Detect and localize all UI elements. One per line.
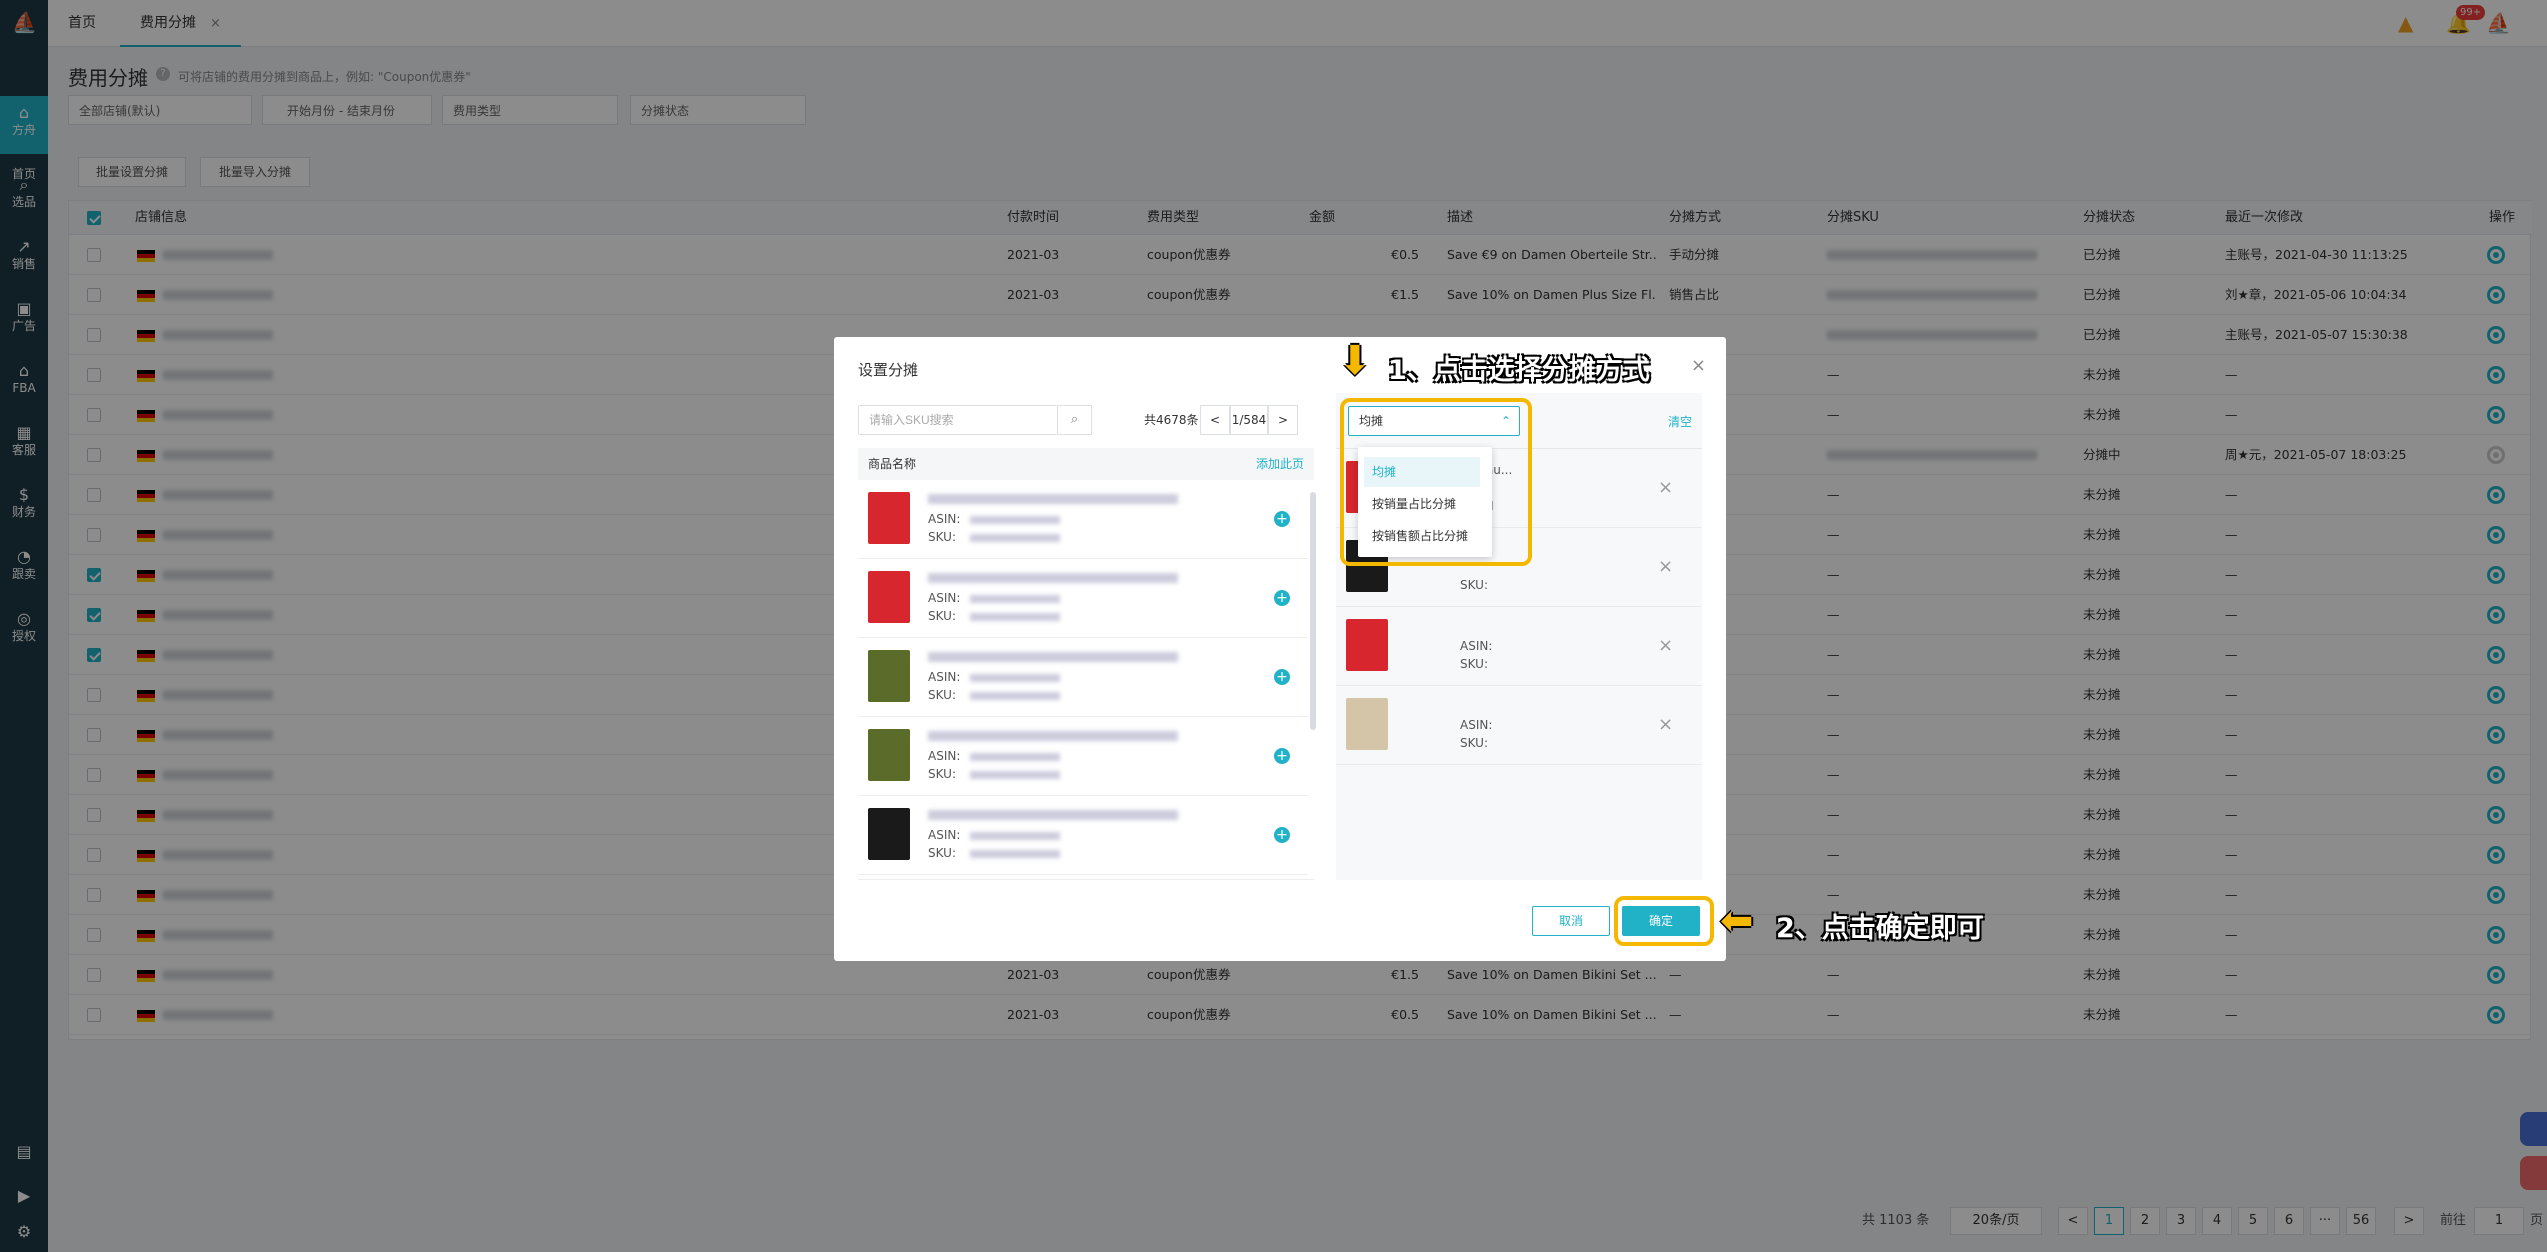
highlight-confirm <box>1614 896 1714 946</box>
product-thumbnail <box>868 729 910 781</box>
remove-icon[interactable]: × <box>1658 556 1673 577</box>
modal-title: 设置分摊 <box>858 361 919 379</box>
down-arrow-icon: ⬇ <box>1338 338 1372 384</box>
col-product-name: 商品名称 <box>868 457 917 471</box>
add-circle-icon[interactable]: + <box>1274 590 1290 606</box>
asin-label: ASIN: <box>928 749 961 763</box>
modal-next-button[interactable]: > <box>1268 405 1298 435</box>
asin-blurred <box>970 674 1060 682</box>
sku-blurred <box>970 692 1060 700</box>
selected-item: ASIN: SKU: × <box>1336 607 1702 686</box>
step2-callout: 2、点击确定即可 <box>1776 913 1984 944</box>
asin-label: ASIN: <box>928 670 961 684</box>
sku-search-input[interactable] <box>858 405 1058 435</box>
remove-icon[interactable]: × <box>1658 714 1673 735</box>
asin-blurred <box>970 753 1060 761</box>
product-name-blurred <box>928 573 1178 583</box>
sku-label: SKU: <box>928 609 956 623</box>
asin-label: ASIN: <box>928 591 961 605</box>
sku-label: SKU: <box>928 846 956 860</box>
sku-blurred <box>970 534 1060 542</box>
highlight-method <box>1340 398 1532 566</box>
modal-total: 共4678条 <box>1144 413 1199 427</box>
product-name-blurred <box>928 810 1178 820</box>
list-scrollbar[interactable] <box>1310 492 1316 730</box>
modal-page-input[interactable]: 1/584 <box>1230 405 1268 435</box>
selected-thumbnail <box>1346 619 1388 671</box>
sku-blurred <box>970 850 1060 858</box>
product-item: ASIN: SKU: + <box>858 480 1308 559</box>
step1-callout: 1、点击选择分摊方式 <box>1388 355 1650 386</box>
product-name-blurred <box>928 494 1178 504</box>
modal-close-icon[interactable]: × <box>1691 355 1706 376</box>
asin-blurred <box>970 516 1060 524</box>
asin-blurred <box>970 832 1060 840</box>
sku-label: SKU: <box>928 767 956 781</box>
product-item: ASIN: SKU: + <box>858 796 1308 875</box>
add-circle-icon[interactable]: + <box>1274 748 1290 764</box>
add-circle-icon[interactable]: + <box>1274 669 1290 685</box>
product-thumbnail <box>868 808 910 860</box>
product-name-blurred <box>928 731 1178 741</box>
selected-sku: SKU: <box>1460 736 1488 750</box>
selected-asin: ASIN: <box>1460 639 1493 653</box>
product-name-blurred <box>928 652 1178 662</box>
asin-label: ASIN: <box>928 512 961 526</box>
sku-label: SKU: <box>928 688 956 702</box>
product-item: ASIN: SKU: + <box>858 638 1308 717</box>
selected-asin: ASIN: <box>1460 718 1493 732</box>
remove-icon[interactable]: × <box>1658 635 1673 656</box>
add-circle-icon[interactable]: + <box>1274 511 1290 527</box>
cancel-button[interactable]: 取消 <box>1532 906 1610 936</box>
modal-prev-button[interactable]: < <box>1200 405 1230 435</box>
selected-thumbnail <box>1346 698 1388 750</box>
add-page-link[interactable]: 添加此页 <box>1256 448 1304 480</box>
asin-label: ASIN: <box>928 828 961 842</box>
allocation-modal: 设置分摊 × ⌕ 共4678条 < 1/584 > 商品名称 添加此页 ASIN… <box>834 337 1726 961</box>
selected-sku: SKU: <box>1460 578 1488 592</box>
product-list: ASIN: SKU: + ASIN: SKU: + ASIN: SKU: + ASIN: SKU: +… <box>858 480 1314 880</box>
product-thumbnail <box>868 571 910 623</box>
selected-sku: SKU: <box>1460 657 1488 671</box>
product-item: ASIN: SKU: + <box>858 717 1308 796</box>
product-thumbnail <box>868 650 910 702</box>
sku-blurred <box>970 771 1060 779</box>
asin-blurred <box>970 595 1060 603</box>
clear-link[interactable]: 清空 <box>1668 413 1692 430</box>
product-list-header: 商品名称 添加此页 <box>858 448 1314 480</box>
search-icon[interactable]: ⌕ <box>1058 405 1092 435</box>
sku-label: SKU: <box>928 530 956 544</box>
add-circle-icon[interactable]: + <box>1274 827 1290 843</box>
sku-blurred <box>970 613 1060 621</box>
selected-item: ASIN: SKU: × <box>1336 686 1702 765</box>
product-thumbnail <box>868 492 910 544</box>
remove-icon[interactable]: × <box>1658 477 1673 498</box>
left-arrow-icon: ⬅ <box>1720 898 1754 944</box>
product-item: ASIN: SKU: + <box>858 559 1308 638</box>
